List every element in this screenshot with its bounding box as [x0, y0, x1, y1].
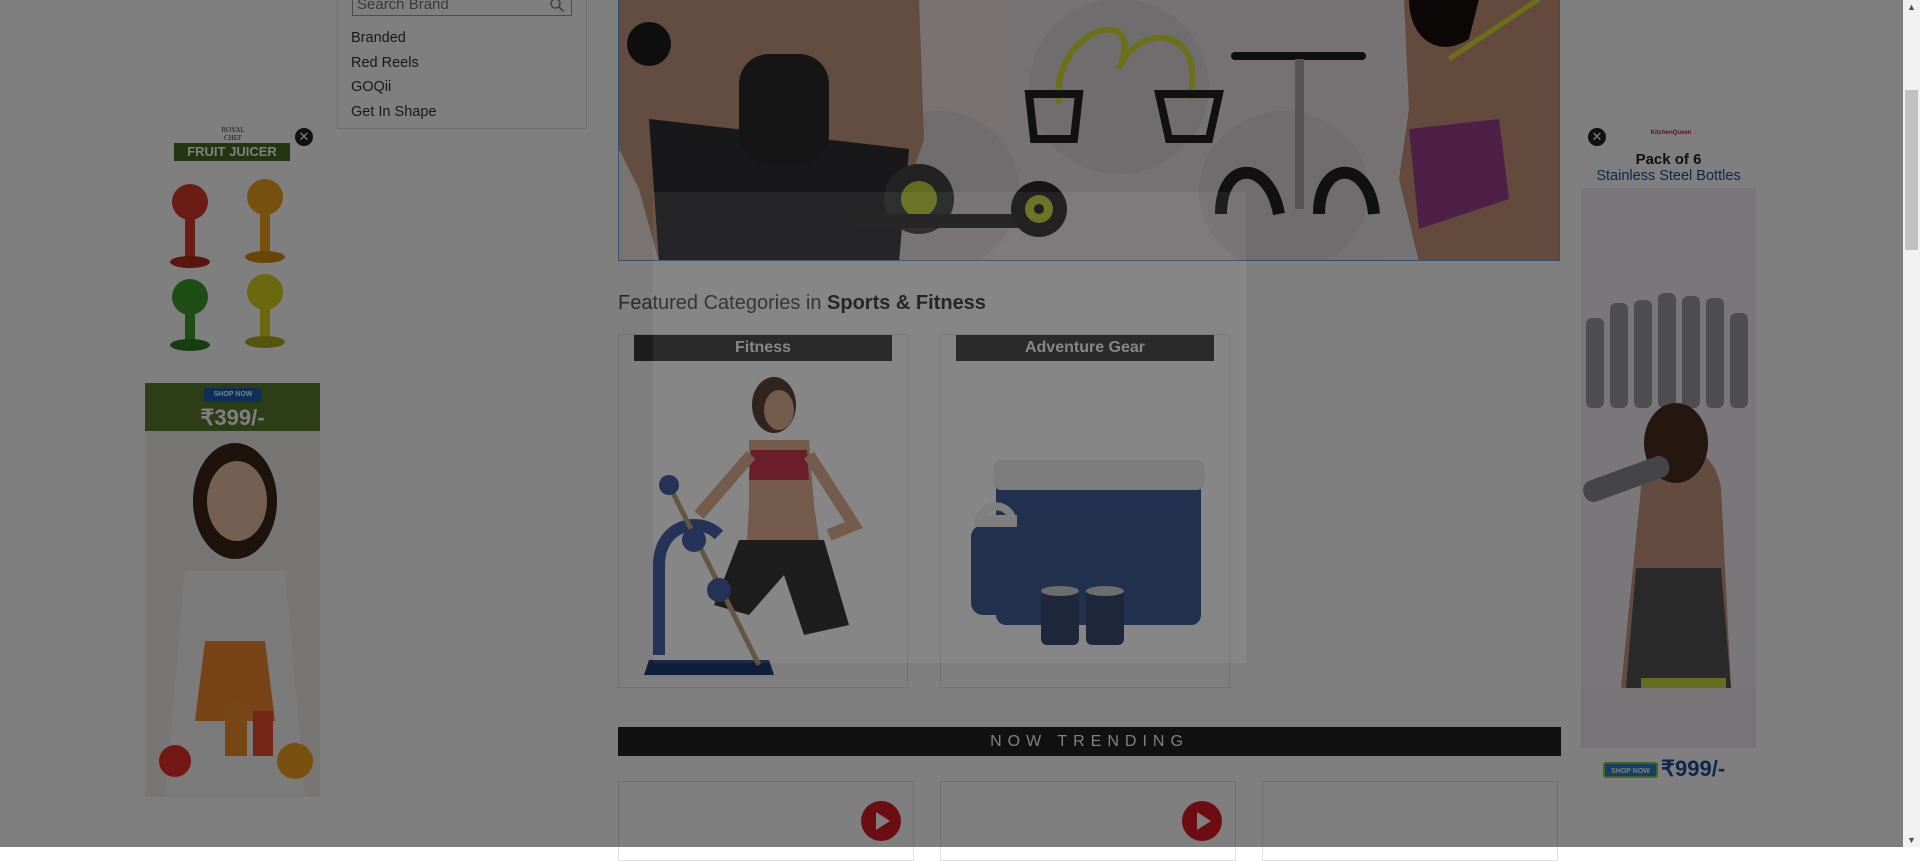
- page-scrollbar[interactable]: ▲ ▼: [1903, 0, 1920, 847]
- scroll-down-arrow-icon[interactable]: ▼: [1903, 833, 1920, 847]
- scroll-up-arrow-icon[interactable]: ▲: [1903, 0, 1920, 14]
- page: Branded Red Reels GOQii Get In Shape: [0, 0, 1920, 861]
- scrollbar-thumb[interactable]: [1905, 90, 1918, 250]
- modal-loading-area: [653, 192, 1246, 663]
